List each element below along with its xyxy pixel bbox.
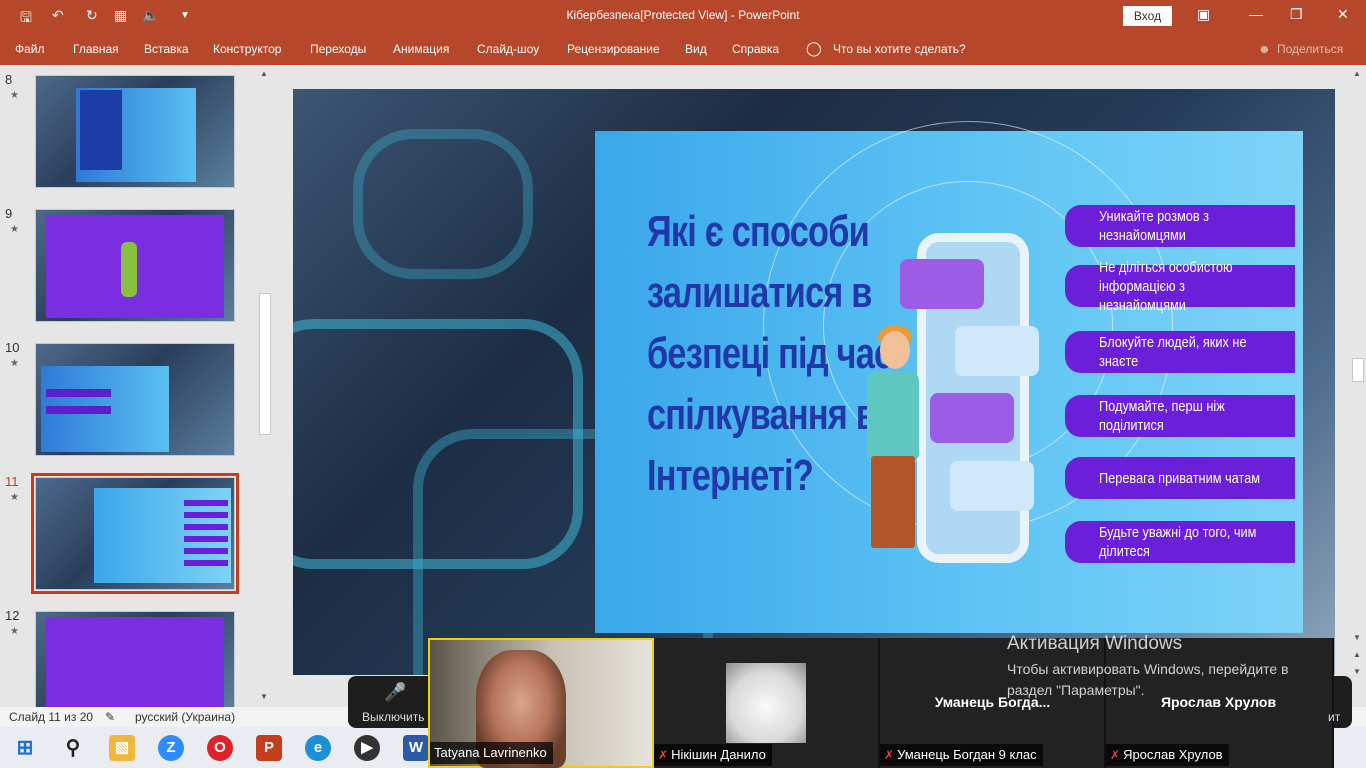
- powerpoint-icon[interactable]: P: [256, 735, 282, 761]
- tab-home[interactable]: Главная: [73, 42, 119, 56]
- tab-help[interactable]: Справка: [732, 42, 779, 56]
- file-explorer-icon[interactable]: ▧: [109, 735, 135, 761]
- content-card: Які є способи залишатися в безпеці під ч…: [595, 121, 1303, 633]
- tip-item: Подумайте, перш ніж поділитися: [1065, 395, 1295, 437]
- thumbnails-scrollbar[interactable]: ▲ ▼: [257, 65, 273, 707]
- windows-activation-watermark: Активация Windows Чтобы активировать Win…: [1007, 633, 1317, 701]
- mic-muted-icon: ✗: [658, 748, 669, 762]
- thumb-number: 9: [5, 206, 13, 221]
- lightbulb-icon: ◯: [806, 40, 822, 56]
- slide-counter: Слайд 11 из 20: [9, 710, 94, 724]
- current-slide[interactable]: Які є способи залишатися в безпеці під ч…: [293, 89, 1335, 675]
- tip-item: Не діліться особистою інформацією з незн…: [1065, 259, 1295, 314]
- activation-text: Чтобы активировать Windows, перейдите в …: [1007, 661, 1289, 698]
- tab-design[interactable]: Конструктор: [213, 42, 281, 56]
- media-player-icon[interactable]: ▶: [354, 735, 380, 761]
- participant-name: ✗ Уманець Богдан 9 клас: [880, 744, 1043, 766]
- zoom-side-control[interactable]: ит: [1328, 676, 1352, 728]
- language-indicator[interactable]: русский (Украина): [135, 710, 235, 724]
- slide-thumbnail-9[interactable]: [35, 209, 235, 322]
- slide-thumbnail-12[interactable]: [35, 611, 235, 707]
- tip-item: Будьте уважні до того, чим ділитеся: [1065, 521, 1295, 563]
- scroll-up-icon[interactable]: ▲: [260, 69, 268, 78]
- tab-review[interactable]: Рецензирование: [567, 42, 660, 56]
- tip-item: Блокуйте людей, яких не знаєте: [1065, 331, 1295, 373]
- chat-bubble-icon: [950, 461, 1034, 511]
- scroll-down-icon[interactable]: ▼: [260, 692, 268, 701]
- slide-scrollbar[interactable]: ▲ ▼ ▲ ▼: [1350, 65, 1366, 707]
- scroll-thumb[interactable]: [1352, 358, 1364, 382]
- tell-me-search[interactable]: Что вы хотите сделать?: [833, 42, 966, 56]
- video-tile[interactable]: ✗ Нікішин Данило: [654, 638, 880, 768]
- ribbon-display-icon[interactable]: ▣: [1197, 6, 1210, 23]
- slide-thumbnail-10[interactable]: [35, 343, 235, 456]
- tab-view[interactable]: Вид: [685, 42, 707, 56]
- zoom-app-icon[interactable]: Z: [158, 735, 184, 761]
- scroll-up-icon[interactable]: ▲: [1353, 69, 1361, 78]
- search-icon[interactable]: ⚲: [60, 735, 86, 761]
- minimize-icon[interactable]: —: [1249, 6, 1263, 22]
- login-button[interactable]: Вход: [1123, 6, 1172, 26]
- video-tile-active[interactable]: Tatyana Lavrinenko: [428, 638, 654, 768]
- tab-slideshow[interactable]: Слайд-шоу: [477, 42, 539, 56]
- close-icon[interactable]: ✕: [1337, 6, 1349, 23]
- tab-insert[interactable]: Вставка: [144, 42, 189, 56]
- slide-thumbnails-panel: 8 ★ 9 ★ 10 ★ 11 ★ 12 ★: [0, 65, 276, 707]
- participant-name: ✗ Ярослав Хрулов: [1106, 744, 1229, 766]
- tip-item: Уникайте розмов з незнайомцями: [1065, 205, 1295, 247]
- tab-animations[interactable]: Анимация: [393, 42, 449, 56]
- opera-icon[interactable]: O: [207, 735, 233, 761]
- chat-bubble-icon: [930, 393, 1014, 443]
- thumb-number: 10: [5, 340, 20, 355]
- title-bar: 🖫 ↶ ↻ ▦ 🔈 ▼ Кібербезпека[Protected View]…: [0, 0, 1366, 33]
- avatar: [726, 663, 806, 743]
- next-slide-icon[interactable]: ▼: [1353, 667, 1361, 676]
- prev-slide-icon[interactable]: ▲: [1353, 650, 1361, 659]
- participant-name: Tatyana Lavrinenko: [430, 742, 553, 764]
- scroll-thumb[interactable]: [259, 293, 271, 435]
- thumb-number: 11: [5, 474, 19, 489]
- participant-name: ✗ Нікішин Данило: [654, 744, 772, 766]
- animation-star-icon: ★: [10, 224, 19, 235]
- tab-transitions[interactable]: Переходы: [310, 42, 366, 56]
- animation-star-icon: ★: [10, 492, 19, 503]
- windows-start-icon[interactable]: ⊞: [12, 735, 38, 761]
- slide-editor: Які є способи залишатися в безпеці під ч…: [276, 65, 1350, 707]
- microphone-icon: 🎤: [384, 682, 407, 702]
- mic-muted-icon: ✗: [1110, 748, 1121, 762]
- activation-title: Активация Windows: [1007, 633, 1183, 654]
- word-icon[interactable]: W: [403, 735, 429, 761]
- zoom-extra-label: ит: [1328, 710, 1341, 724]
- restore-icon[interactable]: ❐: [1290, 6, 1303, 23]
- animation-star-icon: ★: [10, 358, 19, 369]
- ribbon-tabs: Файл Главная Вставка Конструктор Переход…: [0, 33, 1366, 65]
- share-button[interactable]: Поделиться: [1277, 42, 1343, 56]
- edge-icon[interactable]: e: [305, 735, 331, 761]
- slide-thumbnail-11[interactable]: [31, 473, 239, 594]
- slide-thumbnail-8[interactable]: [35, 75, 235, 188]
- thumb-number: 8: [5, 72, 13, 87]
- tip-item: Перевага приватним чатам: [1065, 457, 1295, 499]
- zoom-mute-control[interactable]: 🎤 Выключить: [348, 676, 428, 728]
- chat-bubble-icon: [955, 326, 1039, 376]
- person-icon: ☻: [1258, 42, 1271, 56]
- tab-file[interactable]: Файл: [15, 42, 45, 56]
- mute-label: Выключить: [362, 710, 425, 724]
- spellcheck-icon[interactable]: ✎: [105, 710, 115, 724]
- slide-heading: Які є способи залишатися в безпеці під ч…: [647, 207, 893, 500]
- mic-muted-icon: ✗: [884, 748, 895, 762]
- animation-star-icon: ★: [10, 626, 19, 637]
- chat-bubble-icon: [900, 259, 984, 309]
- animation-star-icon: ★: [10, 90, 19, 101]
- thumb-number: 12: [5, 608, 20, 623]
- scroll-down-icon[interactable]: ▼: [1353, 633, 1361, 642]
